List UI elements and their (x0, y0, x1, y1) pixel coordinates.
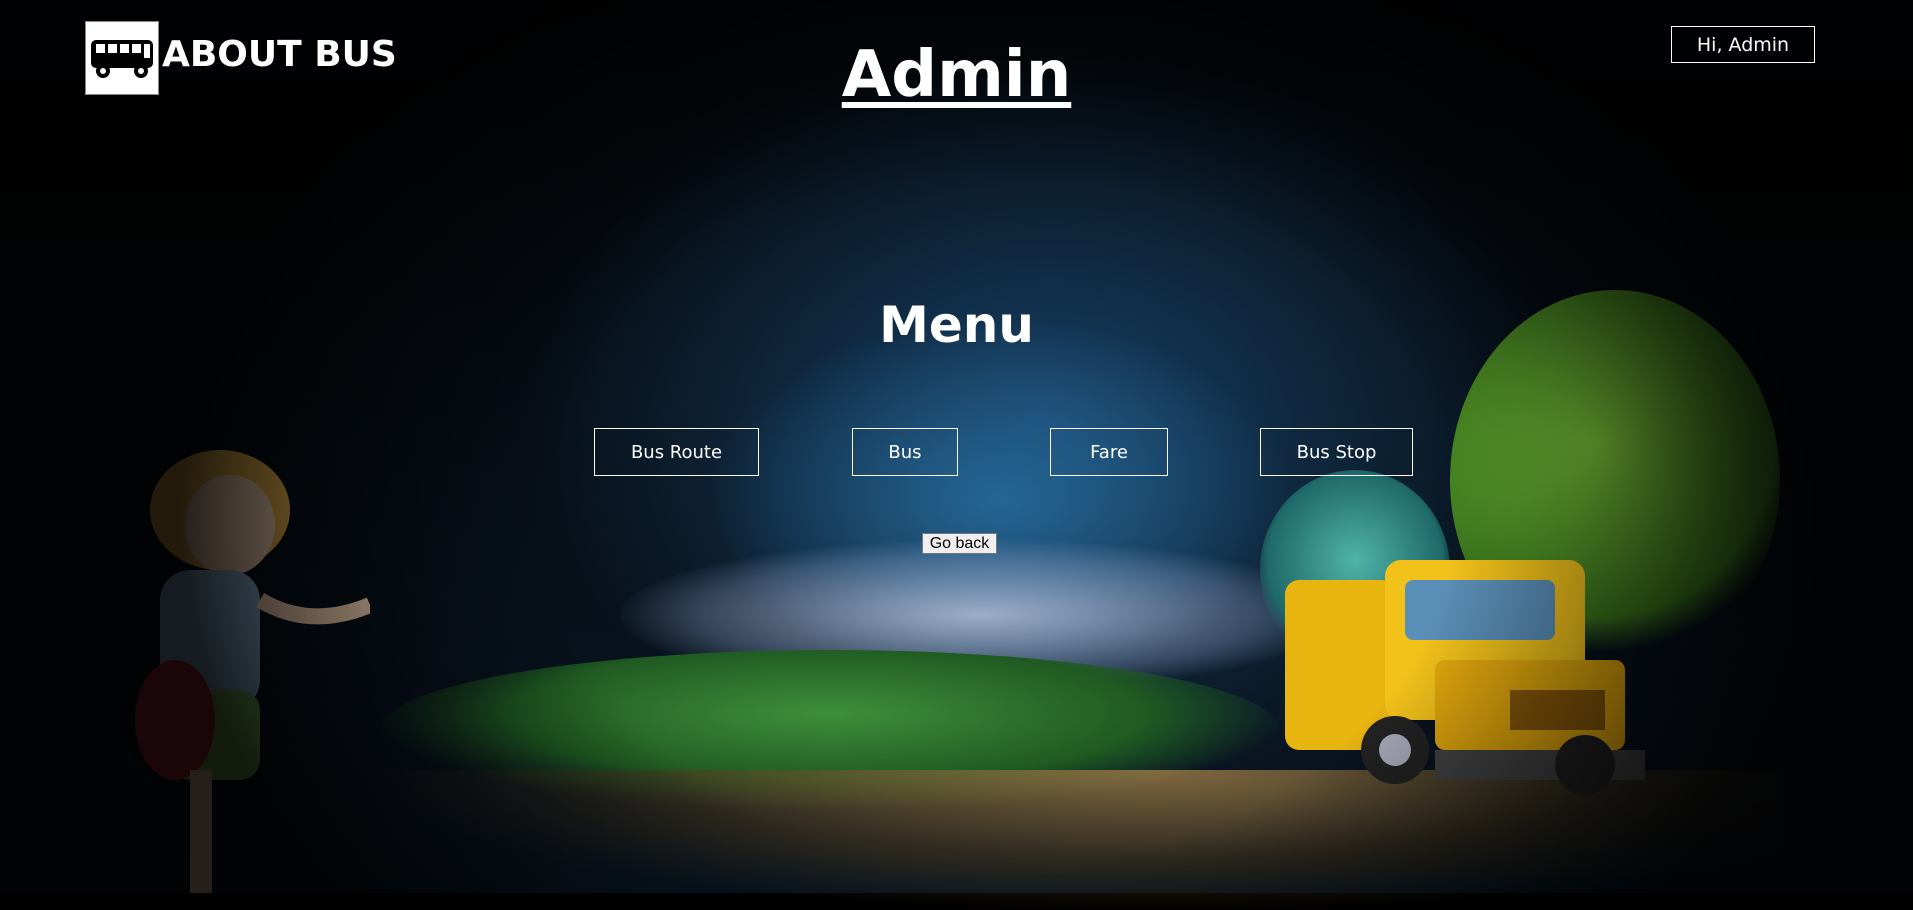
go-back-button[interactable]: Go back (922, 533, 997, 554)
bus-button[interactable]: Bus (852, 428, 958, 476)
bus-route-button[interactable]: Bus Route (594, 428, 759, 476)
bus-stop-button[interactable]: Bus Stop (1260, 428, 1413, 476)
fare-button[interactable]: Fare (1050, 428, 1168, 476)
menu-heading: Menu (879, 296, 1034, 354)
user-greeting-button[interactable]: Hi, Admin (1671, 26, 1815, 63)
page-title: Admin (841, 38, 1072, 112)
